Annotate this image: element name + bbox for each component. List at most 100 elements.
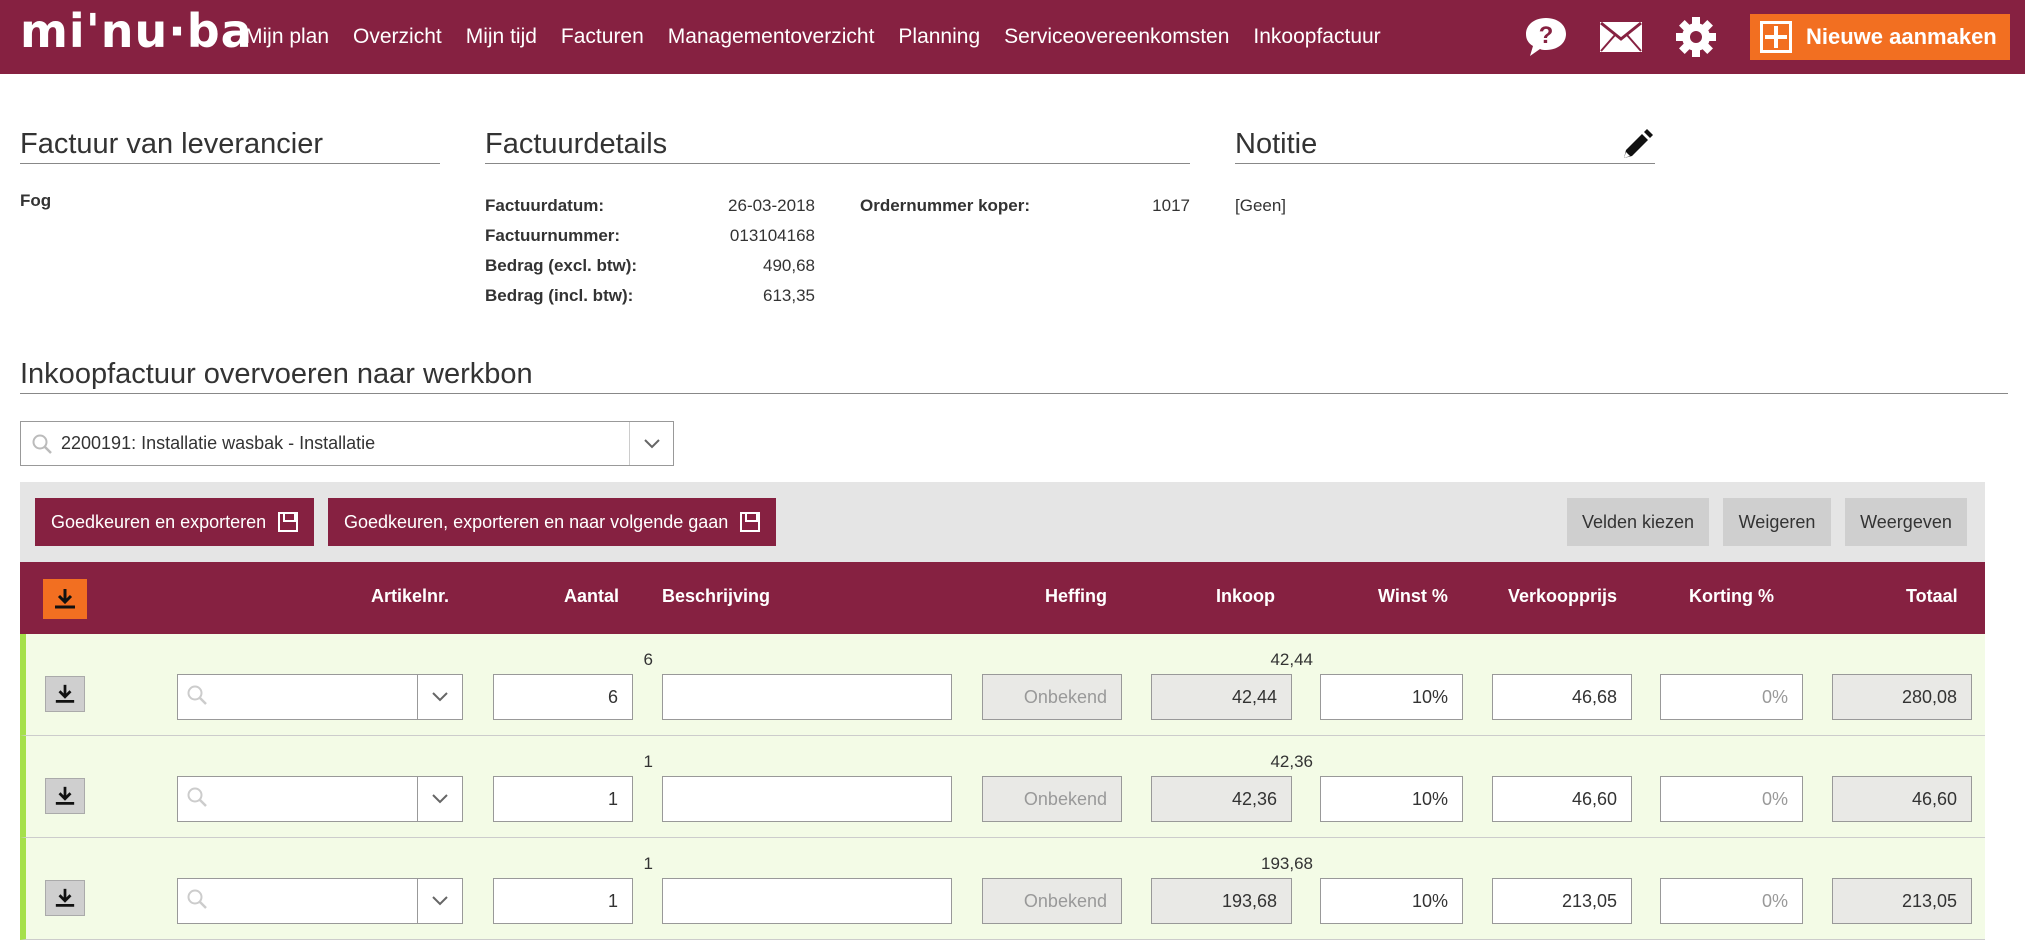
original-purchase: 42,36: [1270, 752, 1313, 771]
original-quantity: 6: [643, 650, 653, 669]
nav-item-facturen[interactable]: Facturen: [561, 25, 644, 49]
discount-input[interactable]: 0%: [1660, 674, 1803, 720]
description-input[interactable]: [662, 878, 952, 924]
quantity-input[interactable]: 1: [493, 878, 633, 924]
chevron-down-icon[interactable]: [417, 777, 462, 821]
description-input[interactable]: [662, 776, 952, 822]
quantity-input[interactable]: 1: [493, 776, 633, 822]
original-purchase: 42,44: [1270, 650, 1313, 669]
levy-field[interactable]: Onbekend: [982, 878, 1122, 924]
approve-export-next-label: Goedkeuren, exporteren en naar volgende …: [344, 511, 729, 532]
discount-input[interactable]: 0%: [1660, 776, 1803, 822]
invoice-date-value: 26-03-2018: [728, 196, 815, 215]
discount-input[interactable]: 0%: [1660, 878, 1803, 924]
order-number-label: Ordernummer koper:: [860, 196, 1031, 215]
total-field: 280,08: [1832, 674, 1972, 720]
amount-excl-label: Bedrag (excl. btw):: [485, 256, 638, 275]
quantity-input[interactable]: 6: [493, 674, 633, 720]
workorder-select[interactable]: 2200191: Installatie wasbak - Installati…: [20, 421, 674, 466]
supplier-name: Fog: [20, 191, 52, 210]
search-icon: [186, 684, 417, 711]
help-icon[interactable]: ?: [1523, 14, 1569, 60]
logo[interactable]: mi'nu·ba: [20, 4, 253, 58]
nav-item-planning[interactable]: Planning: [898, 25, 980, 49]
nav-item-mijn-plan[interactable]: Mijn plan: [245, 25, 329, 49]
purchase-field: 42,36: [1151, 776, 1292, 822]
margin-input[interactable]: 10%: [1320, 878, 1463, 924]
levy-field[interactable]: Onbekend: [982, 674, 1122, 720]
table-header: Artikelnr. Aantal Beschrijving Heffing I…: [20, 562, 1985, 634]
chevron-down-icon[interactable]: [417, 675, 462, 719]
new-create-label: Nieuwe aanmaken: [1806, 24, 1997, 49]
article-select[interactable]: [177, 878, 463, 924]
nav-item-mijn-tijd[interactable]: Mijn tijd: [466, 25, 537, 49]
row-download-button[interactable]: [45, 880, 85, 916]
table-row: 1 193,68 1 Onbekend 193,68 10% 213,05 0%…: [20, 838, 1985, 940]
col-margin[interactable]: Winst %: [1378, 586, 1448, 607]
sale-price-input[interactable]: 46,68: [1492, 674, 1632, 720]
search-icon: [186, 888, 417, 915]
approve-export-next-button[interactable]: Goedkeuren, exporteren en naar volgende …: [328, 498, 777, 546]
download-all-button[interactable]: [43, 579, 87, 619]
original-quantity: 1: [643, 752, 653, 771]
nav-item-managementoverzicht[interactable]: Managementoverzicht: [668, 25, 875, 49]
note-value: [Geen]: [1235, 196, 1287, 215]
details-title: Factuurdetails: [485, 128, 1190, 164]
sale-price-input[interactable]: 213,05: [1492, 878, 1632, 924]
sale-price-input[interactable]: 46,60: [1492, 776, 1632, 822]
row-download-button[interactable]: [45, 676, 85, 712]
approve-export-label: Goedkeuren en exporteren: [51, 511, 267, 532]
col-quantity[interactable]: Aantal: [564, 586, 619, 607]
chevron-down-icon[interactable]: [629, 422, 673, 465]
top-bar: mi'nu·ba Mijn plan Overzicht Mijn tijd F…: [0, 0, 2025, 74]
supplier-title: Factuur van leverancier: [20, 128, 440, 164]
download-icon: [55, 684, 75, 703]
chevron-down-icon[interactable]: [417, 879, 462, 923]
nav-item-serviceovereenkomsten[interactable]: Serviceovereenkomsten: [1004, 25, 1229, 49]
margin-input[interactable]: 10%: [1320, 674, 1463, 720]
original-purchase: 193,68: [1261, 854, 1313, 873]
col-purchase[interactable]: Inkoop: [1216, 586, 1275, 607]
gear-icon[interactable]: [1673, 14, 1719, 60]
table-row: 1 42,36 1 Onbekend 42,36 10% 46,60 0% 46…: [20, 736, 1985, 838]
purchase-field: 42,44: [1151, 674, 1292, 720]
approve-export-button[interactable]: Goedkeuren en exporteren: [35, 498, 315, 546]
nav-item-overzicht[interactable]: Overzicht: [353, 25, 442, 49]
col-description[interactable]: Beschrijving: [662, 586, 770, 607]
amount-incl-label: Bedrag (incl. btw):: [485, 286, 634, 305]
search-icon: [186, 786, 417, 813]
note-title: Notitie: [1235, 128, 1655, 164]
col-discount[interactable]: Korting %: [1689, 586, 1774, 607]
invoice-number-label: Factuurnummer:: [485, 226, 621, 245]
article-select[interactable]: [177, 674, 463, 720]
action-bar: Goedkeuren en exporteren Goedkeuren, exp…: [20, 482, 1985, 562]
row-download-button[interactable]: [45, 778, 85, 814]
search-icon: [31, 433, 53, 455]
col-article[interactable]: Artikelnr.: [371, 586, 449, 607]
nav-item-inkoopfactuur[interactable]: Inkoopfactuur: [1253, 25, 1380, 49]
article-select[interactable]: [177, 776, 463, 822]
amount-excl-value: 490,68: [763, 256, 815, 275]
purchase-field: 193,68: [1151, 878, 1292, 924]
save-icon: [740, 512, 761, 532]
original-quantity: 1: [643, 854, 653, 873]
amount-incl-value: 613,35: [763, 286, 815, 305]
download-icon: [55, 786, 75, 805]
workorder-value: 2200191: Installatie wasbak - Installati…: [61, 433, 376, 453]
reject-button[interactable]: Weigeren: [1723, 498, 1831, 546]
margin-input[interactable]: 10%: [1320, 776, 1463, 822]
col-levy[interactable]: Heffing: [1045, 586, 1107, 607]
svg-text:?: ?: [1539, 22, 1554, 49]
choose-fields-button[interactable]: Velden kiezen: [1567, 498, 1709, 546]
description-input[interactable]: [662, 674, 952, 720]
invoice-number-value: 013104168: [729, 226, 815, 245]
levy-field[interactable]: Onbekend: [982, 776, 1122, 822]
col-sale-price[interactable]: Verkoopprijs: [1508, 586, 1617, 607]
display-button[interactable]: Weergeven: [1845, 498, 1967, 546]
mail-icon[interactable]: [1598, 14, 1644, 60]
plus-icon: [1760, 21, 1792, 53]
col-total[interactable]: Totaal: [1906, 586, 1958, 607]
order-number-value: 1017: [1152, 196, 1190, 215]
new-create-button[interactable]: Nieuwe aanmaken: [1750, 14, 2010, 60]
pencil-icon[interactable]: [1620, 128, 1654, 162]
